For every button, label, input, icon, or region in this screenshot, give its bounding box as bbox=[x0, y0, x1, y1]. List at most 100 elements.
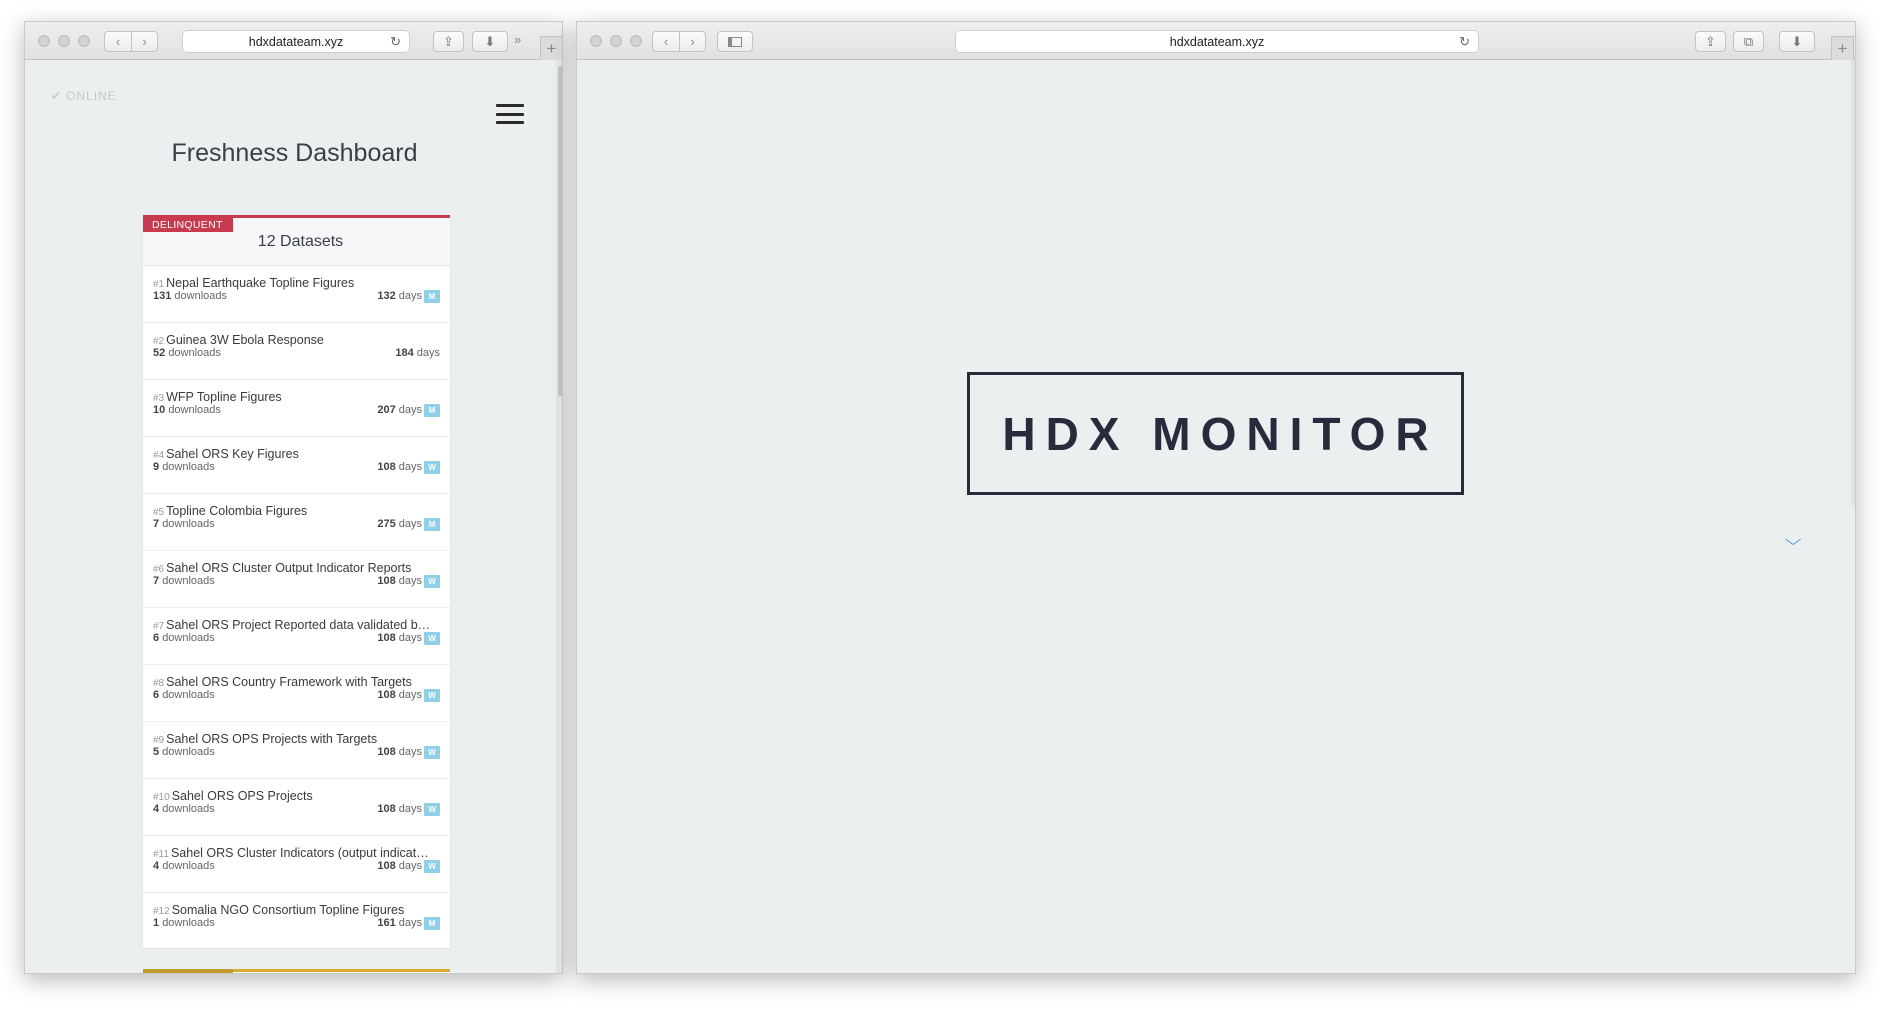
address-bar[interactable]: hdxdatateam.xyz ↻ bbox=[955, 30, 1479, 53]
download-count: 52 downloads bbox=[153, 347, 221, 359]
dataset-name: Sahel ORS Project Reported data validate… bbox=[166, 618, 431, 632]
share-button[interactable]: ⇪ bbox=[1695, 31, 1726, 52]
dataset-name: Sahel ORS OPS Projects with Targets bbox=[166, 732, 378, 746]
close-window-button[interactable] bbox=[590, 35, 602, 47]
list-item[interactable]: #8 Sahel ORS Country Framework with Targe… bbox=[143, 665, 450, 722]
dataset-list: #1 Nepal Earthquake Topline Figures 131 do… bbox=[143, 266, 450, 950]
days-number: 108 bbox=[377, 803, 396, 815]
days-since-update: 132 days bbox=[377, 290, 422, 302]
frequency-badge: M bbox=[424, 917, 440, 930]
download-suffix: downloads bbox=[174, 290, 228, 302]
hamburger-menu-icon[interactable] bbox=[496, 104, 524, 124]
dataset-name: Sahel ORS OPS Projects bbox=[171, 789, 313, 803]
address-bar[interactable]: hdxdatateam.xyz ↻ bbox=[182, 30, 410, 53]
zoom-window-button[interactable] bbox=[630, 35, 642, 47]
forward-button[interactable]: › bbox=[679, 32, 705, 51]
list-item[interactable]: #6 Sahel ORS Cluster Output Indicator Rep… bbox=[143, 551, 450, 608]
forward-button[interactable]: › bbox=[131, 32, 157, 51]
dataset-title[interactable]: #6 Sahel ORS Cluster Output Indicator Rep… bbox=[153, 561, 431, 575]
dataset-title[interactable]: #4 Sahel ORS Key Figures bbox=[153, 447, 431, 461]
dataset-title[interactable]: #1 Nepal Earthquake Topline Figures bbox=[153, 276, 431, 290]
download-count: 7 downloads bbox=[153, 575, 215, 587]
close-window-button[interactable] bbox=[38, 35, 50, 47]
new-tab-button[interactable]: + bbox=[540, 36, 562, 60]
chevron-left-icon: ‹ bbox=[115, 34, 121, 49]
dataset-title[interactable]: #3 WFP Topline Figures bbox=[153, 390, 431, 404]
download-count: 131 downloads bbox=[153, 290, 227, 302]
browser-toolbar: ‹ › hdxdatateam.xyz ↻ ⇪ ⧉ ⬇ + bbox=[577, 22, 1855, 60]
dataset-name: Sahel ORS Key Figures bbox=[166, 447, 299, 461]
dataset-title[interactable]: #12 Somalia NGO Consortium Topline Figure… bbox=[153, 903, 431, 917]
downloads-button[interactable]: ⬇ bbox=[1779, 31, 1815, 52]
download-count: 6 downloads bbox=[153, 689, 215, 701]
minimize-window-button[interactable] bbox=[58, 35, 70, 47]
list-item[interactable]: #11 Sahel ORS Cluster Indicators (output … bbox=[143, 836, 450, 893]
dataset-title[interactable]: #7 Sahel ORS Project Reported data valida… bbox=[153, 618, 431, 632]
list-item[interactable]: #5 Topline Colombia Figures 7 downloads 275… bbox=[143, 494, 450, 551]
dataset-rank: #6 bbox=[153, 564, 165, 575]
dataset-title[interactable]: #11 Sahel ORS Cluster Indicators (output … bbox=[153, 846, 431, 860]
frequency-badge: W bbox=[424, 746, 440, 759]
address-text: hdxdatateam.xyz bbox=[248, 34, 344, 49]
dataset-rank: #11 bbox=[153, 849, 169, 860]
share-button[interactable]: ⇪ bbox=[433, 31, 464, 52]
minimize-window-button[interactable] bbox=[610, 35, 622, 47]
dataset-name: Nepal Earthquake Topline Figures bbox=[166, 276, 355, 290]
days-suffix: days bbox=[398, 575, 422, 587]
reload-icon[interactable]: ↻ bbox=[1459, 34, 1470, 50]
zoom-window-button[interactable] bbox=[78, 35, 90, 47]
list-item[interactable]: #1 Nepal Earthquake Topline Figures 131 do… bbox=[143, 266, 450, 323]
days-suffix: days bbox=[398, 290, 422, 302]
dataset-title[interactable]: #2 Guinea 3W Ebola Response bbox=[153, 333, 431, 347]
reload-icon[interactable]: ↻ bbox=[390, 34, 401, 50]
frequency-badge: W bbox=[424, 461, 440, 474]
list-item[interactable]: #3 WFP Topline Figures 10 downloads 207 day… bbox=[143, 380, 450, 437]
dataset-rank: #5 bbox=[153, 507, 165, 518]
window-controls bbox=[590, 35, 642, 47]
list-item[interactable]: #9 Sahel ORS OPS Projects with Targets 5 d… bbox=[143, 722, 450, 779]
delinquent-card: DELINQUENT 12 Datasets #1 Nepal Earthquak… bbox=[143, 215, 450, 948]
checkmark-icon: ✔ bbox=[51, 89, 63, 103]
download-count: 5 downloads bbox=[153, 746, 215, 758]
dataset-title[interactable]: #8 Sahel ORS Country Framework with Targe… bbox=[153, 675, 431, 689]
days-since-update: 184 days bbox=[395, 347, 440, 359]
days-since-update: 161 days bbox=[377, 917, 422, 929]
dataset-title[interactable]: #5 Topline Colombia Figures bbox=[153, 504, 431, 518]
chevron-down-icon[interactable]: ⌵ bbox=[1785, 532, 1802, 550]
dataset-name: Guinea 3W Ebola Response bbox=[166, 333, 324, 347]
days-suffix: days bbox=[398, 404, 422, 416]
download-number: 7 bbox=[153, 575, 160, 587]
dataset-title[interactable]: #10 Sahel ORS OPS Projects bbox=[153, 789, 431, 803]
scrollbar-track[interactable] bbox=[1851, 60, 1855, 505]
days-suffix: days bbox=[398, 632, 422, 644]
scrollbar-thumb[interactable] bbox=[558, 66, 562, 396]
download-suffix: downloads bbox=[162, 461, 215, 473]
download-number: 4 bbox=[153, 860, 160, 872]
frequency-badge: W bbox=[424, 803, 440, 816]
back-button[interactable]: ‹ bbox=[653, 32, 679, 51]
list-item[interactable]: #12 Somalia NGO Consortium Topline Figure… bbox=[143, 893, 450, 950]
status-label: ONLINE bbox=[66, 89, 117, 103]
chevron-left-icon: ‹ bbox=[663, 34, 669, 49]
sidebar-button[interactable] bbox=[717, 31, 753, 52]
list-item[interactable]: #2 Guinea 3W Ebola Response 52 downloads 18… bbox=[143, 323, 450, 380]
download-suffix: downloads bbox=[168, 404, 221, 416]
next-card-edge bbox=[143, 969, 450, 973]
back-button[interactable]: ‹ bbox=[105, 32, 131, 51]
tabs-button[interactable]: ⧉ bbox=[1733, 31, 1764, 52]
dataset-title[interactable]: #9 Sahel ORS OPS Projects with Targets bbox=[153, 732, 431, 746]
list-item[interactable]: #4 Sahel ORS Key Figures 9 downloads 108 da… bbox=[143, 437, 450, 494]
new-tab-button[interactable]: + bbox=[1831, 36, 1854, 60]
downloads-button[interactable]: ⬇ bbox=[472, 31, 508, 52]
status-badge: DELINQUENT bbox=[143, 217, 233, 232]
sidebar-icon bbox=[728, 36, 742, 47]
overflow-icon[interactable]: » bbox=[514, 32, 521, 47]
frequency-badge: W bbox=[424, 689, 440, 702]
download-count: 9 downloads bbox=[153, 461, 215, 473]
list-item[interactable]: #10 Sahel ORS OPS Projects 4 downloads 108 … bbox=[143, 779, 450, 836]
days-number: 108 bbox=[377, 860, 396, 872]
list-item[interactable]: #7 Sahel ORS Project Reported data valida… bbox=[143, 608, 450, 665]
share-icon: ⇪ bbox=[443, 33, 454, 49]
days-number: 161 bbox=[377, 917, 396, 929]
dataset-name: Topline Colombia Figures bbox=[166, 504, 308, 518]
